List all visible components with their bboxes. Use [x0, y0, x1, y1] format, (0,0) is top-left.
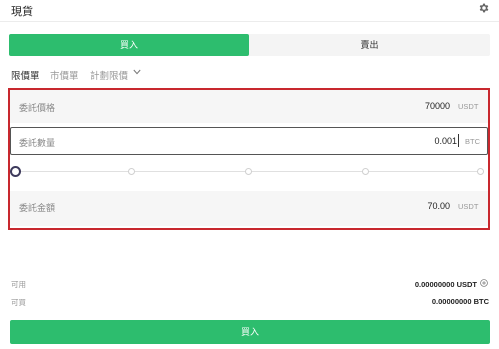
page-title: 現貨	[11, 6, 33, 18]
header-divider	[0, 21, 499, 22]
order-type-market[interactable]: 市價單	[50, 68, 79, 82]
add-circle-icon[interactable]	[480, 279, 488, 287]
buyable-value: 0.00000000 BTC	[431, 297, 489, 306]
tab-sell[interactable]: 賣出	[249, 34, 490, 56]
available-value: 0.00000000 USDT	[414, 280, 477, 289]
chevron-down-icon[interactable]	[133, 69, 141, 75]
buy-button[interactable]: 買入	[10, 320, 490, 344]
tab-buy[interactable]: 買入	[9, 34, 249, 56]
gear-icon[interactable]	[478, 2, 490, 14]
highlight-box	[8, 88, 490, 230]
order-type-limit[interactable]: 限價單	[11, 68, 40, 82]
buyable-label: 可買	[11, 298, 26, 307]
order-type-plan-limit[interactable]: 計劃限價	[90, 68, 128, 82]
available-label: 可用	[11, 280, 26, 289]
